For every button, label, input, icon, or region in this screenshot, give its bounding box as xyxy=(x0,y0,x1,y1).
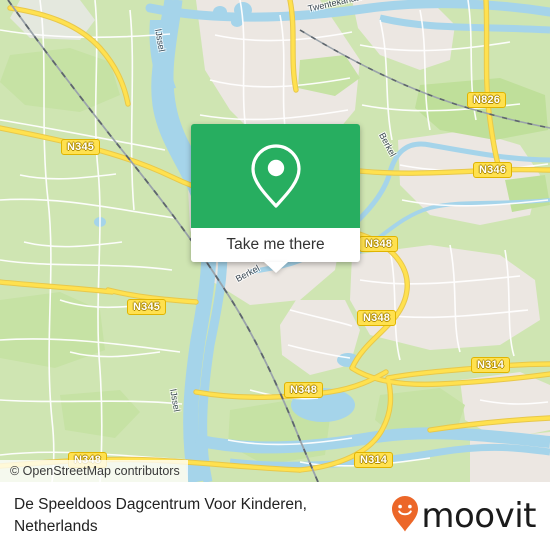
popup-footer[interactable]: Take me there xyxy=(191,228,360,273)
osm-attribution[interactable]: © OpenStreetMap contributors xyxy=(0,460,188,482)
road-shield-n346: N346 xyxy=(473,162,513,178)
moovit-logo[interactable]: moovit xyxy=(392,495,536,537)
take-me-there-label: Take me there xyxy=(226,236,325,253)
moovit-pin-icon xyxy=(392,495,419,537)
popup-pointer-tail xyxy=(263,262,288,273)
road-shield-n348-centre: N348 xyxy=(284,382,324,398)
road-shield-n826: N826 xyxy=(467,92,507,108)
popup-header xyxy=(191,124,360,228)
map-pin-icon xyxy=(248,142,304,210)
road-shield-n314-south: N314 xyxy=(354,452,394,468)
road-shield-n345-west: N345 xyxy=(127,299,167,315)
road-shield-n314-east: N314 xyxy=(471,357,511,373)
road-shield-n345-northwest: N345 xyxy=(61,139,101,155)
map-canvas[interactable]: Twentekanaal IJssel Berkel Berkel IJssel… xyxy=(0,0,550,482)
map-screenshot-root: Twentekanaal IJssel Berkel Berkel IJssel… xyxy=(0,0,550,550)
place-name-label: De Speeldoos Dagcentrum Voor Kinderen, N… xyxy=(14,496,307,535)
moovit-wordmark: moovit xyxy=(421,496,536,536)
road-shield-n348-northeast: N348 xyxy=(359,236,399,252)
footer-bar: De Speeldoos Dagcentrum Voor Kinderen, N… xyxy=(0,482,550,550)
location-popup-card[interactable]: Take me there xyxy=(191,124,360,273)
road-shield-n348-east: N348 xyxy=(357,310,397,326)
